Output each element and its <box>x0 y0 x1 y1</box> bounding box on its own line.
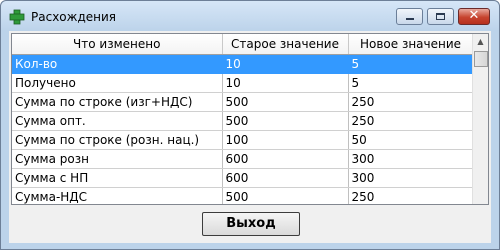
table-row[interactable]: Кол-во 10 5 <box>12 54 474 74</box>
cell-new-value: 50 <box>348 130 474 150</box>
cell-new-value: 250 <box>348 187 474 204</box>
cell-new-value: 250 <box>348 92 474 112</box>
cell-old-value: 600 <box>222 149 349 169</box>
maximize-icon <box>436 13 445 20</box>
cell-old-value: 10 <box>222 73 349 93</box>
title-bar[interactable]: Расхождения ✕ <box>1 1 499 31</box>
cell-old-value: 600 <box>222 168 349 188</box>
close-icon: ✕ <box>468 8 480 23</box>
plus-cross-icon <box>9 9 25 25</box>
cell-old-value: 100 <box>222 130 349 150</box>
table-row[interactable]: Сумма с НП 600 300 <box>12 168 474 188</box>
cell-new-value: 300 <box>348 168 474 188</box>
cell-what-changed: Получено <box>12 73 223 93</box>
column-header-old-value[interactable]: Старое значение <box>222 34 349 55</box>
window: Расхождения ✕ Что изменено Старое значен… <box>0 0 500 250</box>
cell-old-value: 500 <box>222 92 349 112</box>
cell-new-value: 250 <box>348 111 474 131</box>
column-header-new-value[interactable]: Новое значение <box>348 34 474 55</box>
cell-new-value: 300 <box>348 149 474 169</box>
cell-what-changed: Сумма по строке (розн. нац.) <box>12 130 223 150</box>
table-row[interactable]: Сумма по строке (изг+НДС) 500 250 <box>12 92 474 112</box>
scroll-thumb[interactable] <box>474 51 488 67</box>
window-title: Расхождения <box>31 10 116 24</box>
table: Что изменено Старое значение Новое значе… <box>12 34 474 204</box>
scroll-up-arrow-icon[interactable]: ▲ <box>473 34 488 50</box>
exit-button[interactable]: Выход <box>202 212 300 236</box>
cell-new-value: 5 <box>348 54 474 74</box>
column-header-what-changed[interactable]: Что изменено <box>12 34 223 55</box>
cell-what-changed: Сумма-НДС <box>12 187 223 204</box>
cell-what-changed: Кол-во <box>12 54 223 74</box>
minimize-icon <box>406 18 414 20</box>
table-row[interactable]: Сумма-НДС 500 250 <box>12 187 474 204</box>
cell-new-value: 5 <box>348 73 474 93</box>
cell-what-changed: Сумма розн <box>12 149 223 169</box>
table-row[interactable]: Получено 10 5 <box>12 73 474 93</box>
maximize-button[interactable] <box>427 8 454 25</box>
cell-what-changed: Сумма с НП <box>12 168 223 188</box>
vertical-scrollbar[interactable]: ▲ <box>472 34 488 204</box>
dialog-client-area: Что изменено Старое значение Новое значе… <box>9 31 491 243</box>
minimize-button[interactable] <box>396 8 423 25</box>
cell-old-value: 500 <box>222 111 349 131</box>
table-row[interactable]: Сумма опт. 500 250 <box>12 111 474 131</box>
cell-old-value: 10 <box>222 54 349 74</box>
cell-old-value: 500 <box>222 187 349 204</box>
discrepancy-table[interactable]: Что изменено Старое значение Новое значе… <box>11 33 489 205</box>
table-row[interactable]: Сумма по строке (розн. нац.) 100 50 <box>12 130 474 150</box>
cell-what-changed: Сумма по строке (изг+НДС) <box>12 92 223 112</box>
table-row[interactable]: Сумма розн 600 300 <box>12 149 474 169</box>
table-header-row: Что изменено Старое значение Новое значе… <box>12 34 474 55</box>
close-button[interactable]: ✕ <box>458 8 490 25</box>
cell-what-changed: Сумма опт. <box>12 111 223 131</box>
